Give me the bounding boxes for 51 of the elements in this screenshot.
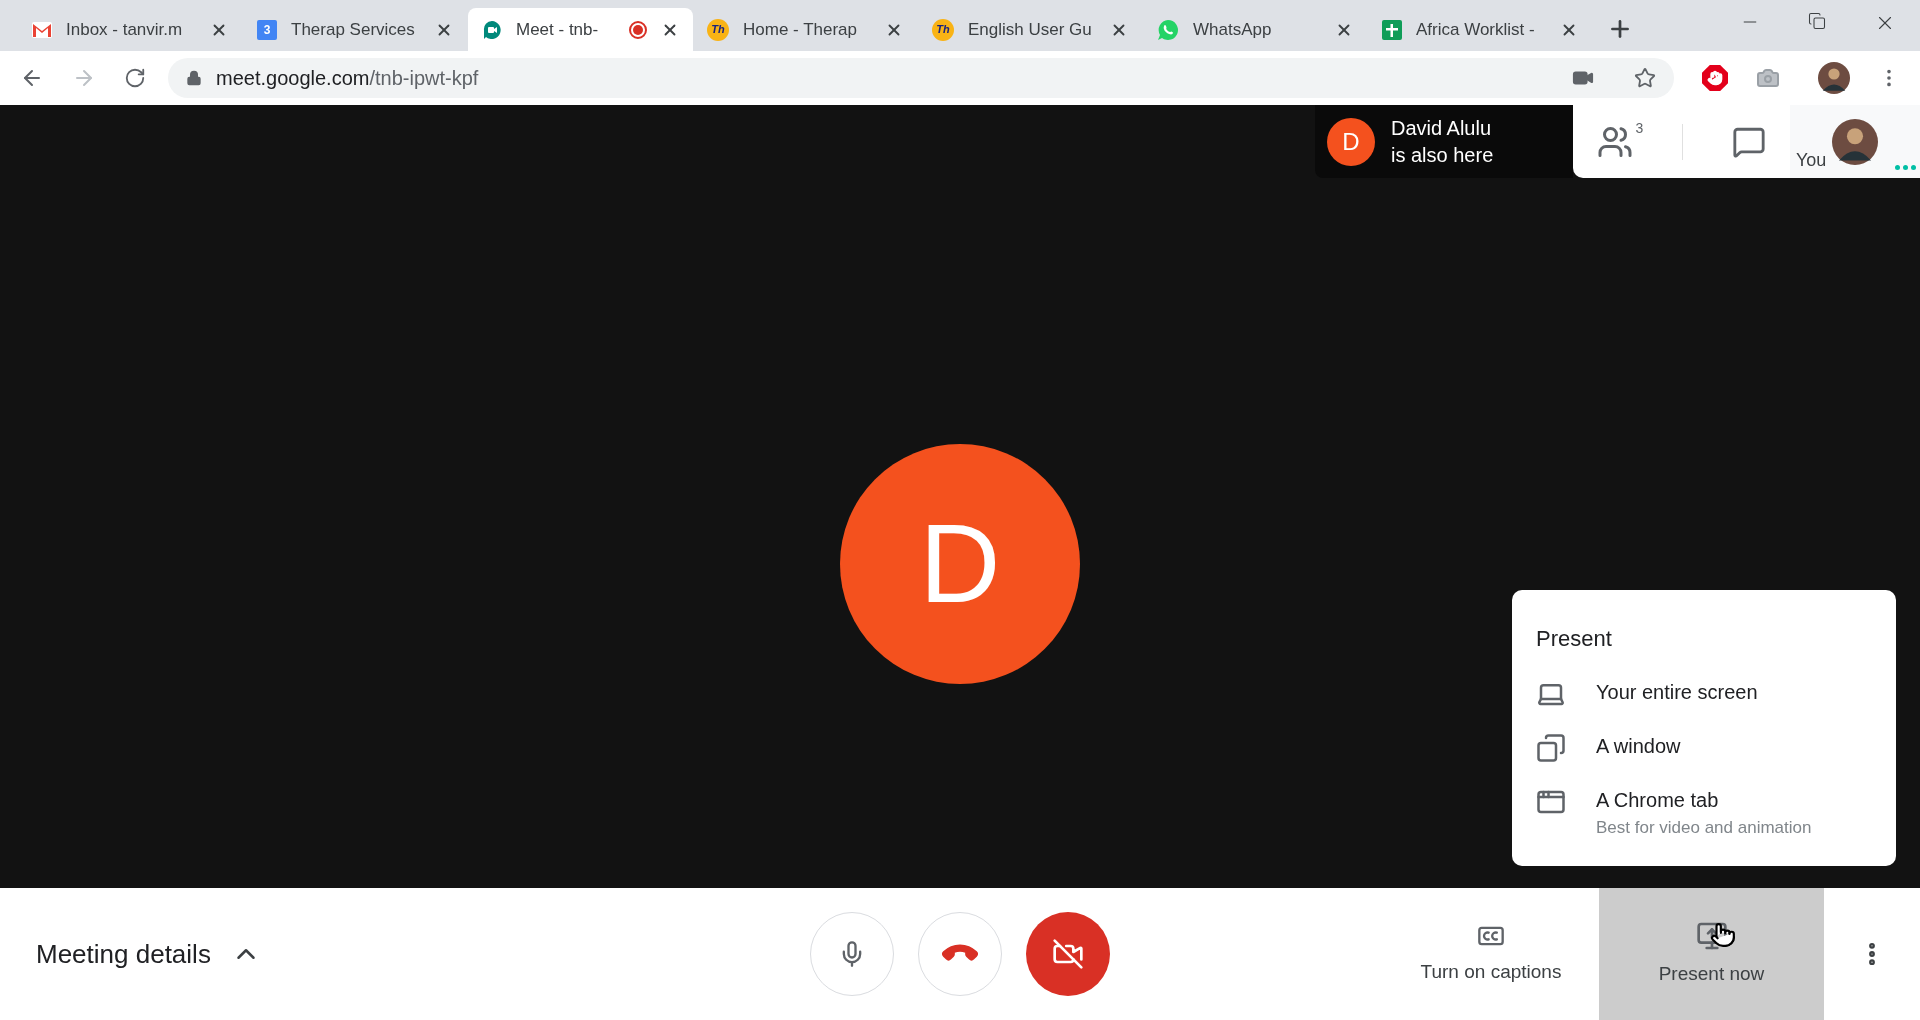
participant-count: 3 bbox=[1635, 118, 1644, 138]
self-label: You bbox=[1796, 149, 1827, 172]
profile-avatar bbox=[1818, 62, 1850, 94]
camera-off-icon bbox=[1052, 938, 1084, 970]
menu-item-label: Your entire screen bbox=[1596, 679, 1758, 705]
phone-bubble-icon bbox=[1157, 18, 1179, 41]
self-avatar bbox=[1832, 119, 1878, 165]
more-dots-icon[interactable] bbox=[1895, 165, 1916, 170]
stop-hand-icon[interactable] bbox=[1702, 65, 1728, 91]
menu-item-description: Best for video and animation bbox=[1596, 816, 1812, 839]
browser-tab[interactable]: Meet - tnb- bbox=[468, 8, 693, 51]
tab-title: Africa Worklist - bbox=[1416, 18, 1536, 41]
url-text: meet.google.com/tnb-ipwt-kpf bbox=[216, 66, 479, 91]
browser-tab[interactable]: 3 Therap Services bbox=[243, 8, 468, 51]
menu-item[interactable]: A Chrome tab Best for video and animation bbox=[1536, 784, 1872, 840]
browser-tab[interactable]: Inbox - tanvir.m bbox=[18, 8, 243, 51]
hand-cursor-icon bbox=[1710, 922, 1736, 948]
menu-item-label: A window bbox=[1596, 733, 1681, 759]
calendar-icon: 3 bbox=[257, 19, 277, 40]
tab-title: Home - Therap bbox=[743, 18, 858, 41]
tab-title: Meet - tnb- bbox=[516, 18, 600, 41]
present-now-button[interactable]: Present now bbox=[1599, 888, 1824, 1020]
tab-title: Therap Services bbox=[291, 18, 416, 41]
meeting-details-button[interactable]: Meeting details bbox=[36, 934, 261, 974]
menu-title: Present bbox=[1536, 624, 1613, 653]
restore-icon[interactable] bbox=[1808, 12, 1826, 30]
logo-icon: Th bbox=[932, 18, 954, 41]
logo-icon: Th bbox=[707, 18, 729, 41]
address-bar[interactable]: meet.google.com/tnb-ipwt-kpf bbox=[168, 58, 1674, 98]
chat-bubble-icon bbox=[482, 19, 502, 40]
browser-tab[interactable]: Th English User Gu bbox=[918, 8, 1143, 51]
tab-title: Inbox - tanvir.m bbox=[66, 18, 184, 41]
notification-text: David Alulu is also here bbox=[1391, 115, 1494, 168]
reload-icon[interactable] bbox=[124, 67, 146, 89]
envelope-icon bbox=[32, 21, 52, 38]
lock-icon bbox=[186, 70, 202, 86]
avatar-initial: D bbox=[1327, 117, 1375, 166]
bookmark-star-icon[interactable] bbox=[1634, 67, 1656, 89]
photo-camera-icon[interactable] bbox=[1756, 66, 1780, 90]
spreadsheet-icon bbox=[1382, 19, 1402, 40]
captions-button[interactable]: Turn on captions bbox=[1391, 921, 1591, 987]
windows-icon bbox=[1536, 732, 1566, 763]
browser-tab[interactable]: Th Home - Therap bbox=[693, 8, 918, 51]
menu-item-label: A Chrome tab bbox=[1596, 787, 1720, 813]
browser-tab[interactable]: Africa Worklist - bbox=[1368, 8, 1593, 51]
menu-item[interactable]: A window bbox=[1536, 730, 1872, 763]
browser-tab[interactable]: WhatsApp bbox=[1143, 8, 1368, 51]
tab-title: English User Gu bbox=[968, 18, 1093, 41]
participant-avatar: D bbox=[840, 443, 1080, 684]
menu-item[interactable]: Your entire screen bbox=[1536, 676, 1872, 709]
tab-title: WhatsApp bbox=[1193, 18, 1273, 41]
